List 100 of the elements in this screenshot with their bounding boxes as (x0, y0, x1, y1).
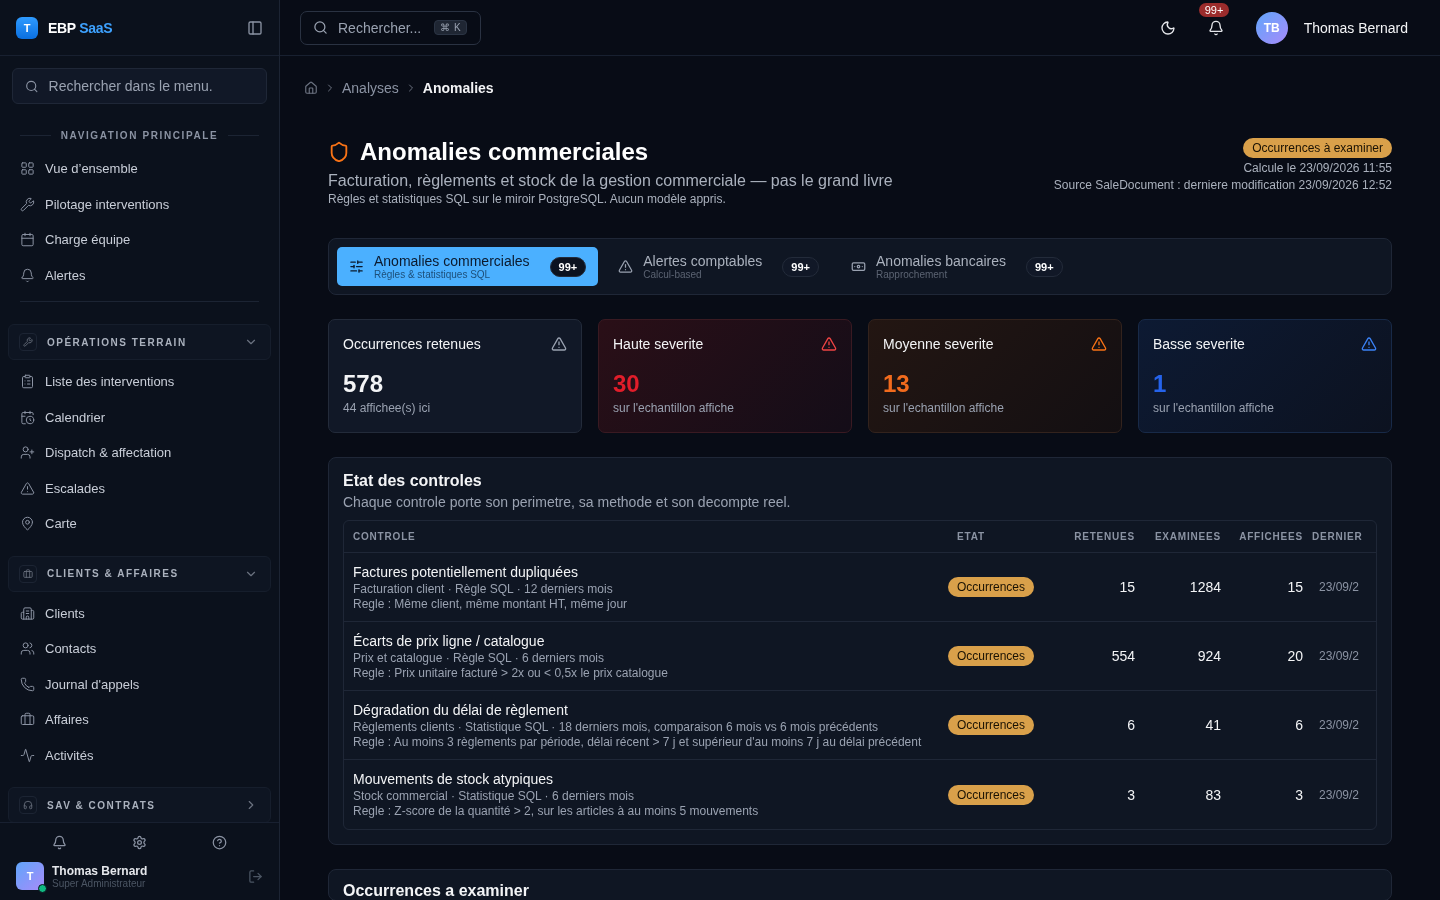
nav-item[interactable]: Pilotage interventions (8, 186, 271, 222)
status-badge: Occurrences à examiner (1243, 138, 1392, 158)
page-subtitle: Facturation, règlements et stock de la gestion commerciale — pas le grand livre (328, 172, 893, 190)
app-name: EBP SaaS (48, 19, 114, 36)
map-pin-icon (20, 516, 35, 532)
nav-item[interactable]: Carte (8, 506, 271, 542)
count-badge: 99+ (1026, 256, 1063, 277)
table-cell-text: 6 (1294, 717, 1303, 733)
nav-item[interactable]: Dispatch & affectation (8, 435, 271, 471)
table-cell-text: 83 (1204, 786, 1221, 803)
nav-label: Journal d'appels (45, 676, 140, 692)
status-badge: Occurrences (948, 577, 1035, 597)
control-scope: Stock commercial · Statistique SQL · 6 derniers mois (353, 789, 635, 803)
control-scope: Règlements clients · Statistique SQL · 18 derniers mois, comparaison 6 mois vs 6 mois précédents (353, 719, 880, 734)
section-header[interactable]: SAV & CONTRATS (8, 787, 271, 822)
nav-label: Dispatch & affectation (45, 445, 172, 461)
clipboard-icon (20, 374, 35, 390)
tab[interactable]: Anomalies commerciales Règles & statistiques SQL 99+ (337, 247, 599, 286)
stat-title: Basse severite (1153, 336, 1245, 352)
nav-item[interactable]: Activités (8, 737, 271, 773)
page-note: Règles et statistiques SQL sur le miroir PostgreSQL. Aucun modèle appris. (328, 192, 727, 206)
nav-item[interactable]: Escalades (8, 470, 271, 506)
tab[interactable]: Alertes comptables Calcul-based 99+ (606, 247, 831, 286)
home-icon[interactable] (304, 81, 318, 95)
column-header: CONTROLE (352, 531, 417, 542)
users-icon (20, 641, 35, 657)
control-rule: Regle : Au moins 3 règlements par période, délai récent > 7 j et supérieur d'au moins 7 j au délai précédent (353, 734, 923, 749)
column-header: DERNIER (1312, 531, 1363, 542)
table-cell-text: 3 (1294, 786, 1303, 803)
nav-label: Alertes (45, 267, 86, 283)
tab[interactable]: Anomalies bancaires Rapprochement 99+ (839, 247, 1075, 286)
stat-value: 13 (883, 370, 911, 398)
nav-label: Charge équipe (45, 232, 131, 248)
phone-icon (20, 676, 35, 692)
breadcrumb-link[interactable]: Analyses (342, 80, 399, 96)
notification-count: 99+ (1198, 2, 1230, 17)
status-badge: Occurrences (948, 784, 1035, 805)
nav-label: Liste des interventions (45, 374, 175, 390)
menu-search-field[interactable]: Rechercher dans le menu. (46, 77, 254, 95)
menu-search-box[interactable]: Rechercher dans le menu. (12, 68, 267, 104)
control-scope: Prix et catalogue · Règle SQL · 6 derniers mois (353, 650, 605, 665)
sliders-icon (349, 259, 364, 274)
warning-icon (20, 480, 35, 496)
global-search-box[interactable]: Rechercher... ⌘ K (300, 10, 481, 45)
nav-item[interactable]: Contacts (8, 631, 271, 667)
logout-button[interactable] (248, 868, 263, 884)
nav-label: Calendrier (45, 409, 105, 425)
card-subtitle: Chaque controle porte son perimetre, sa methode et son decompte reel. (343, 494, 792, 510)
nav-label: Vue d’ensemble (45, 161, 138, 177)
shield-icon (328, 141, 350, 163)
building-icon (20, 605, 35, 621)
source-info: Source SaleDocument : derniere modification 23/09/2026 12:52 (1053, 178, 1392, 192)
stat-caption: sur l'echantillon affiche (613, 401, 735, 415)
stat-caption: 44 affichee(s) ici (343, 401, 432, 415)
section-header[interactable]: CLIENTS & AFFAIRES (8, 555, 271, 592)
nav-item[interactable]: Journal d'appels (8, 666, 271, 702)
banknote-icon (851, 259, 866, 274)
table-cell: 23/09/2 (1319, 787, 1360, 802)
stat-value: 578 (343, 370, 385, 398)
breadcrumb-link[interactable]: Anomalies (422, 80, 494, 96)
table-cell-text: 20 (1286, 648, 1303, 664)
section-icon (19, 796, 37, 814)
table-cell: 23/09/2 (1319, 580, 1360, 594)
global-search-field[interactable]: Rechercher... (336, 18, 426, 37)
table-cell-text: 15 (1118, 579, 1135, 595)
calendar-clock-icon (20, 409, 35, 425)
status-badge: Occurrences (948, 715, 1035, 735)
nav-item[interactable]: Affaires (8, 702, 271, 738)
nav-label: Affaires (45, 712, 89, 728)
stat-caption: sur l'echantillon affiche (1153, 401, 1275, 415)
nav-item[interactable]: Alertes (8, 257, 271, 293)
nav-item[interactable]: Vue d’ensemble (8, 151, 271, 187)
user-name: Thomas Bernard (52, 863, 149, 878)
collapse-sidebar-button[interactable] (247, 19, 263, 36)
table-cell-text: 6 (1126, 717, 1135, 733)
section-icon (19, 564, 37, 583)
nav-item[interactable]: Calendrier (8, 399, 271, 435)
nav-item[interactable]: Clients (8, 595, 271, 631)
activity-icon (20, 747, 35, 763)
help-button[interactable] (211, 835, 227, 850)
theme-toggle-button[interactable] (1159, 19, 1176, 36)
user-avatar: T (16, 862, 44, 890)
nav-item[interactable]: Charge équipe (8, 222, 271, 258)
settings-button[interactable] (132, 835, 147, 850)
nav-item[interactable]: Liste des interventions (8, 364, 271, 400)
notifications-button[interactable] (52, 835, 68, 850)
control-name: Mouvements de stock atypiques (353, 771, 554, 787)
warning-icon (821, 336, 837, 352)
stat-value: 1 (1153, 370, 1168, 398)
section-icon (19, 333, 37, 351)
notifications-button[interactable] (1207, 19, 1224, 36)
section-title: NAVIGATION PRINCIPALE (60, 130, 219, 141)
section-header[interactable]: OPÉRATIONS TERRAIN (8, 324, 271, 360)
card-title: Etat des controles (343, 472, 483, 490)
warning-icon (618, 259, 634, 274)
user-role: Super Administrateur (52, 877, 147, 889)
user-avatar: TB (1255, 11, 1288, 44)
wrench-icon (20, 196, 35, 212)
control-rule: Regle : Prix unitaire facturé > 2x ou < 0,5x le prix catalogue (353, 665, 669, 680)
table-cell-text: 3 (1126, 786, 1135, 803)
